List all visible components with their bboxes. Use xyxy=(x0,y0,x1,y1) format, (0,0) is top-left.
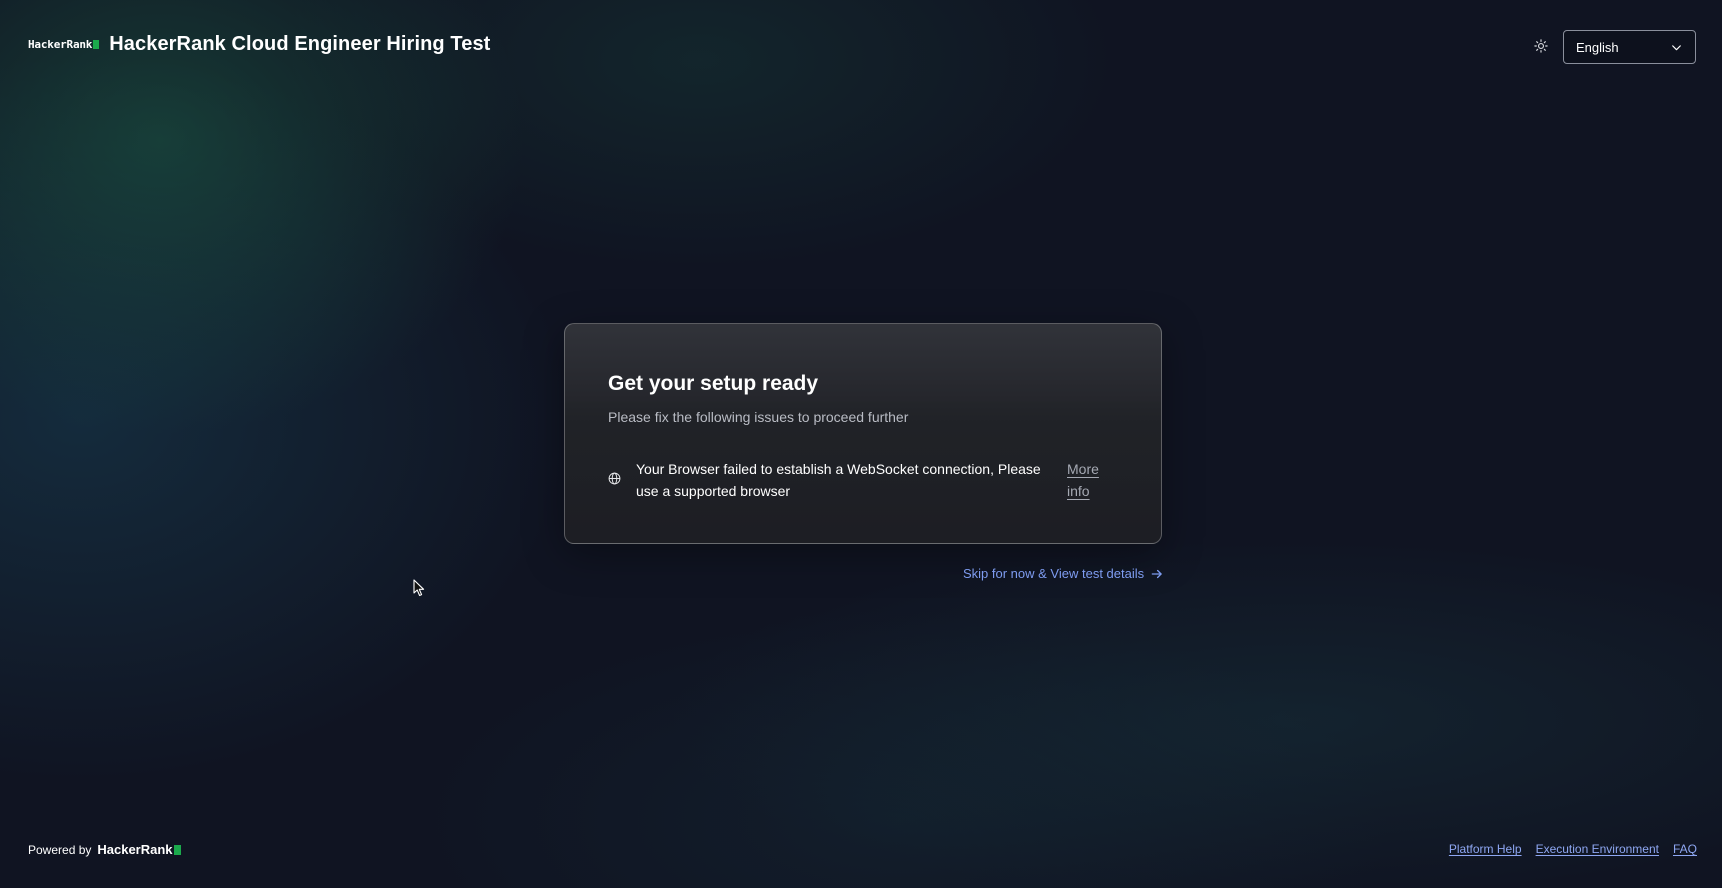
footer-hackerrank-logo[interactable]: HackerRank xyxy=(97,842,181,857)
mouse-pointer-icon xyxy=(413,579,425,597)
page-title: HackerRank Cloud Engineer Hiring Test xyxy=(109,33,491,55)
sun-icon xyxy=(1534,39,1548,53)
theme-toggle-button[interactable] xyxy=(1531,36,1551,56)
brand: HackerRank HackerRank Cloud Engineer Hir… xyxy=(28,33,490,56)
issue-item: Your Browser failed to establish a WebSo… xyxy=(608,458,1128,502)
setup-card: Get your setup ready Please fix the foll… xyxy=(564,323,1162,544)
powered-by-label: Powered by xyxy=(28,842,92,857)
skip-link-label: Skip for now & View test details xyxy=(963,566,1145,581)
platform-help-link[interactable]: Platform Help xyxy=(1449,842,1522,856)
skip-view-test-details-link[interactable]: Skip for now & View test details xyxy=(963,566,1164,581)
logo-text: HackerRank xyxy=(28,38,93,51)
execution-environment-link[interactable]: Execution Environment xyxy=(1536,842,1659,856)
footer-links: Platform Help Execution Environment FAQ xyxy=(1449,842,1697,856)
chevron-down-icon xyxy=(1672,44,1681,50)
globe-icon xyxy=(608,472,621,485)
card-subtitle: Please fix the following issues to proce… xyxy=(608,409,909,425)
language-select[interactable]: English xyxy=(1563,30,1696,64)
powered-by: Powered by HackerRank xyxy=(28,842,181,857)
card-title: Get your setup ready xyxy=(608,372,819,395)
footer-logo-text: HackerRank xyxy=(97,842,173,857)
hackerrank-logo[interactable]: HackerRank xyxy=(28,38,100,51)
arrow-right-icon xyxy=(1151,569,1162,578)
language-select-value: English xyxy=(1576,39,1619,55)
faq-link[interactable]: FAQ xyxy=(1673,842,1697,856)
issue-text: Your Browser failed to establish a WebSo… xyxy=(636,461,1041,499)
more-info-link[interactable]: More info xyxy=(1067,458,1107,502)
footer-logo-mark xyxy=(173,844,181,855)
header: HackerRank HackerRank Cloud Engineer Hir… xyxy=(0,0,1722,94)
logo-mark xyxy=(93,40,100,49)
